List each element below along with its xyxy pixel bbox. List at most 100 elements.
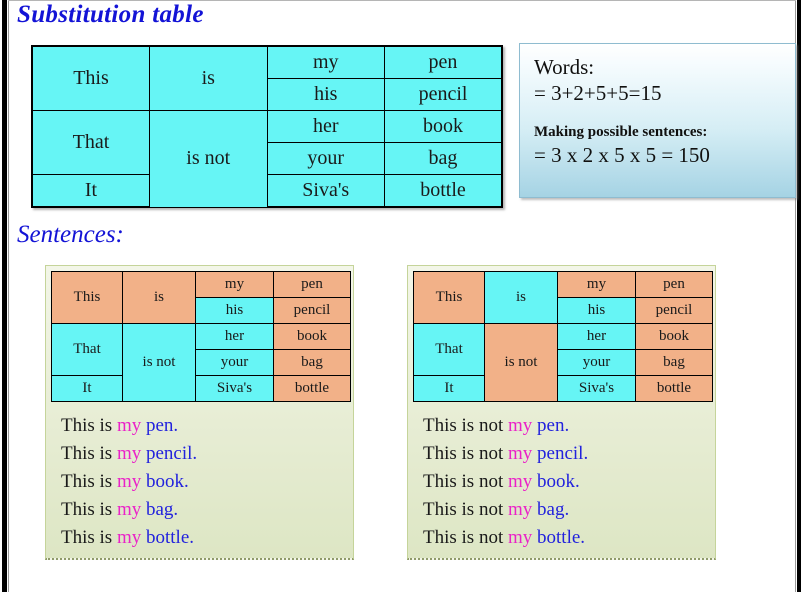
- slide-right-edge-bar: [797, 0, 801, 592]
- sentence-subject: This is: [61, 527, 117, 548]
- table-row: This is my pen: [51, 271, 351, 324]
- sentence-possessive: my: [507, 527, 538, 548]
- words-sum: = 3+2+5+5=15: [534, 81, 662, 105]
- cell-obj-pen: pen: [635, 271, 713, 298]
- cell-verb-is-not: is not: [122, 323, 196, 402]
- words-label: Words:: [534, 55, 595, 79]
- cell-poss-her: her: [266, 110, 385, 143]
- cell-poss-her: her: [557, 323, 636, 350]
- cell-obj-bag: bag: [635, 349, 713, 376]
- cell-obj-pencil: pencil: [384, 78, 503, 111]
- sentence-list: This is not my pen. This is not my pencil…: [413, 412, 715, 552]
- substitution-mini-table: This is my pen his pencil That is not her book you…: [51, 271, 351, 402]
- list-item: This is my bag.: [61, 496, 353, 524]
- cell-subject-that: That: [51, 323, 123, 376]
- sentence-subject: This is not: [423, 443, 508, 464]
- cell-obj-pen: pen: [273, 271, 351, 298]
- sentence-possessive: my: [116, 527, 146, 548]
- cell-poss-my: my: [195, 271, 274, 298]
- cell-obj-bottle: bottle: [273, 375, 351, 402]
- sentence-possessive: my: [116, 443, 146, 464]
- cell-poss-his: his: [266, 78, 385, 111]
- sentence-subject: This is not: [423, 471, 508, 492]
- list-item: This is my bottle.: [61, 524, 353, 552]
- cell-poss-his: his: [195, 297, 274, 324]
- sentence-possessive: my: [507, 499, 538, 520]
- list-item: This is not my book.: [423, 468, 715, 496]
- cell-obj-book: book: [273, 323, 351, 350]
- sentence-object: pencil.: [537, 443, 589, 464]
- sentence-list: This is my pen. This is my pencil. This is…: [51, 412, 353, 552]
- word-count-info-box: Words: = 3+2+5+5=15 Making possible sent…: [519, 43, 796, 198]
- cell-poss-her: her: [195, 323, 274, 350]
- sentence-subject: This is not: [423, 499, 508, 520]
- page-title: Substitution table: [17, 1, 204, 28]
- cell-poss-his: his: [557, 297, 636, 324]
- cell-obj-bag: bag: [273, 349, 351, 376]
- table-row: That is not her book: [413, 323, 713, 402]
- sentence-object: pencil.: [145, 443, 198, 464]
- sentence-subject: This is not: [423, 415, 508, 436]
- cell-obj-pen: pen: [384, 45, 503, 79]
- sentence-subject: This is: [61, 471, 117, 492]
- sentence-subject: This is: [61, 443, 117, 464]
- cell-subject-that: That: [413, 323, 485, 376]
- cell-verb-is: is: [484, 271, 558, 324]
- list-item: This is not my bottle.: [423, 524, 715, 552]
- cell-poss-sivas: Siva's: [266, 174, 385, 208]
- cell-poss-sivas: Siva's: [195, 375, 274, 402]
- cell-verb-is: is: [149, 45, 268, 111]
- cell-poss-your: your: [557, 349, 636, 376]
- sentence-possessive: my: [116, 415, 146, 436]
- sentence-object: book.: [145, 471, 189, 492]
- cell-subject-this: This: [31, 45, 150, 111]
- cell-poss-my: my: [557, 271, 636, 298]
- list-item: This is my pencil.: [61, 440, 353, 468]
- sentence-subject: This is: [61, 415, 117, 436]
- cell-obj-book: book: [384, 110, 503, 143]
- cell-verb-is-not: is not: [149, 110, 268, 208]
- list-item: This is my pen.: [61, 412, 353, 440]
- cell-obj-bottle: bottle: [635, 375, 713, 402]
- sentence-possessive: my: [116, 499, 146, 520]
- list-item: This is not my pen.: [423, 412, 715, 440]
- table-row: That is not her book: [51, 323, 351, 402]
- cell-obj-bag: bag: [384, 142, 503, 175]
- cell-obj-pencil: pencil: [273, 297, 351, 324]
- slide-left-hairline: [8, 0, 9, 592]
- cell-obj-pencil: pencil: [635, 297, 713, 324]
- sentence-object: book.: [537, 471, 580, 492]
- sentence-object: bottle.: [537, 527, 586, 548]
- cell-verb-is: is: [122, 271, 196, 324]
- list-item: This is not my bag.: [423, 496, 715, 524]
- cell-poss-sivas: Siva's: [557, 375, 636, 402]
- possible-sentences-value: = 3 x 2 x 5 x 5 = 150: [534, 143, 710, 167]
- cell-poss-your: your: [266, 142, 385, 175]
- sentence-subject: This is: [61, 499, 117, 520]
- table-row: This is my pen: [31, 45, 503, 111]
- cell-subject-it: It: [413, 375, 485, 402]
- cell-subject-that: That: [31, 110, 150, 175]
- sentence-subject: This is not: [423, 527, 508, 548]
- cell-subject-it: It: [31, 174, 150, 208]
- sentence-possessive: my: [507, 471, 538, 492]
- sentence-object: pen.: [145, 415, 179, 436]
- cell-subject-this: This: [413, 271, 485, 324]
- cell-subject-it: It: [51, 375, 123, 402]
- sentence-object: bag.: [537, 499, 570, 520]
- cell-poss-your: your: [195, 349, 274, 376]
- sentences-heading: Sentences:: [17, 221, 124, 248]
- cell-poss-my: my: [266, 45, 385, 79]
- slide-left-edge-bar: [2, 0, 7, 592]
- substitution-mini-table: This is my pen his pencil That is not her book you…: [413, 271, 713, 402]
- table-row: It Siva's bottle: [31, 174, 503, 208]
- sentence-object: bag.: [145, 499, 179, 520]
- table-row: That is not her book: [31, 110, 503, 208]
- cell-obj-book: book: [635, 323, 713, 350]
- substitution-table: This is my pen his pencil That is not he…: [31, 45, 503, 208]
- sentence-panel-affirmative: This is my pen his pencil That is not her book you…: [45, 265, 354, 560]
- cell-verb-is-not: is not: [484, 323, 558, 402]
- cell-obj-bottle: bottle: [384, 174, 503, 208]
- table-row: It Siva's bottle: [51, 375, 351, 402]
